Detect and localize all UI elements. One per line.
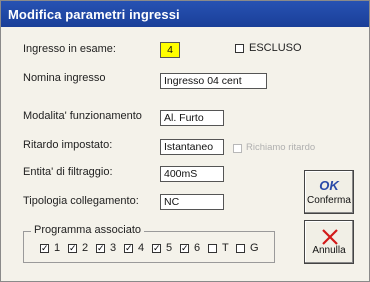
annulla-button[interactable]: Annulla — [304, 220, 354, 264]
ritardo-label: Ritardo impostato: — [23, 139, 113, 151]
escluso-checkbox[interactable] — [235, 44, 244, 53]
filtraggio-field[interactable]: 400mS — [160, 166, 224, 182]
richiamo-label: Richiamo ritardo — [246, 142, 316, 153]
escluso-label: ESCLUSO — [249, 42, 302, 54]
ok-icon: OK — [319, 178, 339, 193]
dialog-window: Modifica parametri ingressi Ingresso in … — [0, 0, 370, 282]
programma-label-6: 6 — [194, 242, 201, 254]
annulla-label: Annulla — [312, 245, 346, 256]
programma-label-2: 2 — [82, 242, 89, 254]
programma-label-5: 5 — [166, 242, 173, 254]
programma-label-1: 1 — [54, 242, 61, 254]
programma-checkbox-T[interactable] — [208, 244, 217, 253]
tipologia-field[interactable]: NC — [160, 194, 224, 210]
programma-label-G: G — [250, 242, 259, 254]
ingresso-field[interactable]: 4 — [160, 42, 180, 58]
cross-icon — [322, 229, 338, 245]
programma-legend: Programma associato — [31, 224, 144, 236]
tipologia-label: Tipologia collegamento: — [23, 195, 139, 207]
programma-checkbox-2[interactable]: ✓ — [68, 244, 77, 253]
modalita-label: Modalita' funzionamento — [23, 110, 142, 122]
programma-checkbox-1[interactable]: ✓ — [40, 244, 49, 253]
programma-checkbox-4[interactable]: ✓ — [124, 244, 133, 253]
programma-checkbox-G[interactable] — [236, 244, 245, 253]
modalita-field[interactable]: Al. Furto — [160, 110, 224, 126]
nomina-label: Nomina ingresso — [23, 72, 106, 84]
title-bar[interactable]: Modifica parametri ingressi — [1, 1, 369, 27]
ingresso-label: Ingresso in esame: — [23, 43, 116, 55]
filtraggio-label: Entita' di filtraggio: — [23, 166, 113, 178]
richiamo-checkbox[interactable] — [233, 144, 242, 153]
conferma-label: Conferma — [307, 195, 351, 206]
programma-label-3: 3 — [110, 242, 117, 254]
nomina-field[interactable]: Ingresso 04 cent — [160, 73, 267, 89]
programma-checkbox-6[interactable]: ✓ — [180, 244, 189, 253]
conferma-button[interactable]: OK Conferma — [304, 170, 354, 214]
ritardo-field[interactable]: Istantaneo — [160, 139, 224, 155]
programma-checkbox-3[interactable]: ✓ — [96, 244, 105, 253]
programma-label-T: T — [222, 242, 229, 254]
window-title: Modifica parametri ingressi — [8, 7, 180, 22]
programma-checkbox-5[interactable]: ✓ — [152, 244, 161, 253]
programma-label-4: 4 — [138, 242, 145, 254]
